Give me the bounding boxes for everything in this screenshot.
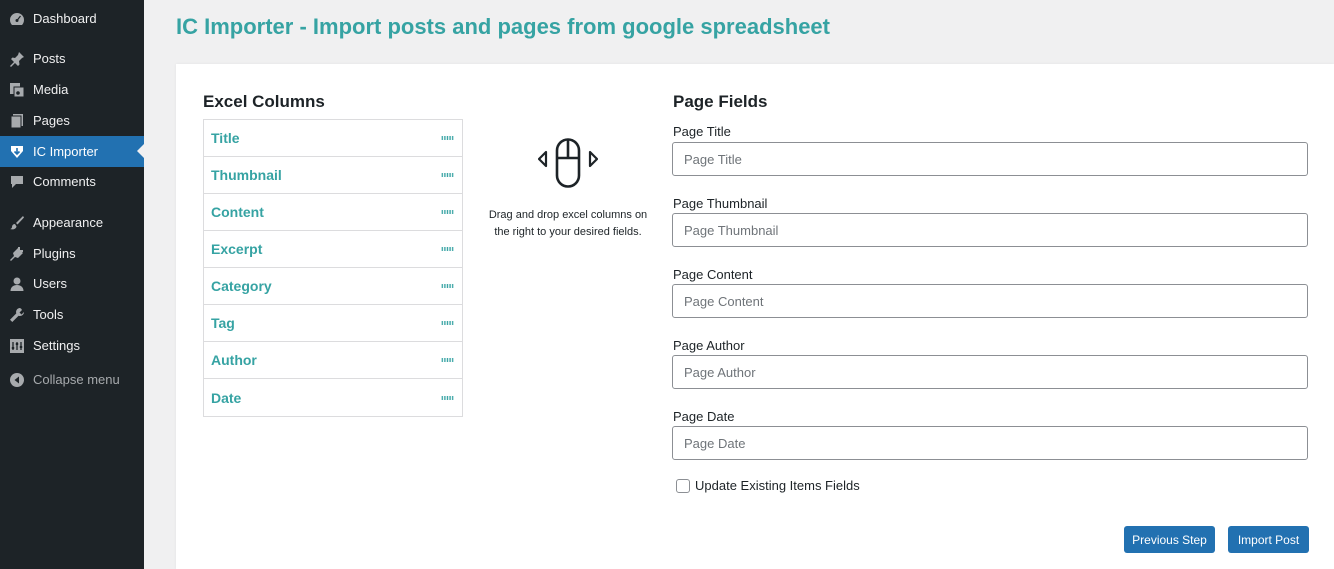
drag-handle-icon[interactable] (441, 284, 454, 288)
brush-icon (10, 215, 24, 229)
drag-handle-icon[interactable] (441, 321, 454, 325)
sidebar-item-label: Posts (33, 51, 66, 66)
column-item-title[interactable]: Title (204, 120, 462, 157)
comment-icon (11, 175, 23, 188)
page-thumbnail-label: Page Thumbnail (673, 196, 768, 211)
column-label: Tag (211, 315, 235, 331)
update-existing-checkbox[interactable] (676, 478, 690, 493)
admin-sidebar: Dashboard Posts Media Pages IC Importer … (0, 0, 144, 569)
sidebar-item-label: Dashboard (33, 11, 97, 26)
plugin-icon (10, 246, 23, 261)
column-item-thumbnail[interactable]: Thumbnail (204, 157, 462, 194)
column-item-category[interactable]: Category (204, 268, 462, 305)
column-label: Title (211, 130, 240, 146)
sidebar-item-dashboard[interactable]: Dashboard (0, 3, 144, 34)
sidebar-item-tools[interactable]: Tools (0, 299, 144, 330)
dashboard-icon (10, 12, 24, 25)
sidebar-item-label: IC Importer (33, 144, 99, 159)
pin-icon (10, 51, 24, 67)
column-item-date[interactable]: Date (204, 379, 462, 416)
drag-hint: Drag and drop excel columns on the right… (488, 138, 648, 241)
sidebar-item-label: Media (33, 82, 69, 97)
page-content-field[interactable] (672, 284, 1308, 318)
column-label: Content (211, 204, 264, 220)
column-item-excerpt[interactable]: Excerpt (204, 231, 462, 268)
column-label: Category (211, 278, 272, 294)
drag-handle-icon[interactable] (441, 247, 454, 251)
sidebar-item-users[interactable]: Users (0, 268, 144, 299)
excel-columns-heading: Excel Columns (203, 92, 325, 111)
sidebar-item-label: Appearance (33, 215, 104, 230)
drag-handle-icon[interactable] (441, 173, 454, 177)
importer-icon (11, 145, 23, 158)
drag-handle-icon[interactable] (441, 136, 454, 140)
sidebar-item-label: Tools (33, 307, 64, 322)
drag-hint-text: Drag and drop excel columns on the right… (488, 209, 648, 238)
sidebar-item-label: Comments (33, 174, 96, 189)
page-date-field[interactable] (672, 426, 1308, 460)
wrench-icon (10, 307, 24, 322)
previous-step-button[interactable]: Previous Step (1124, 526, 1215, 553)
column-label: Excerpt (211, 241, 263, 257)
drag-handle-icon[interactable] (441, 358, 454, 362)
sidebar-item-label: Plugins (33, 246, 76, 261)
sidebar-item-ic-importer[interactable]: IC Importer (0, 136, 144, 167)
column-label: Author (211, 352, 257, 368)
collapse-menu-label: Collapse menu (33, 372, 120, 387)
pages-icon (10, 113, 23, 128)
import-post-button[interactable]: Import Post (1228, 526, 1309, 553)
column-item-author[interactable]: Author (204, 342, 462, 379)
sidebar-item-settings[interactable]: Settings (0, 330, 144, 361)
sidebar-item-pages[interactable]: Pages (0, 105, 144, 136)
column-item-tag[interactable]: Tag (204, 305, 462, 342)
excel-columns-list: Title Thumbnail Content Excerpt Category… (203, 119, 463, 417)
page-author-field[interactable] (672, 355, 1308, 389)
settings-icon (10, 338, 24, 353)
sidebar-item-media[interactable]: Media (0, 74, 144, 105)
page-date-label: Page Date (673, 409, 735, 424)
media-icon (10, 82, 25, 97)
sidebar-item-label: Users (33, 276, 67, 291)
page-title-label: Page Title (673, 124, 731, 139)
sidebar-item-posts[interactable]: Posts (0, 43, 144, 74)
update-existing-label: Update Existing Items Fields (695, 478, 860, 493)
mouse-drag-icon (538, 138, 598, 188)
user-icon (10, 277, 24, 291)
drag-handle-icon[interactable] (441, 395, 454, 400)
collapse-icon (10, 372, 24, 387)
page-title: IC Importer - Import posts and pages fro… (176, 14, 830, 39)
page-author-label: Page Author (673, 338, 745, 353)
sidebar-item-appearance[interactable]: Appearance (0, 207, 144, 238)
drag-handle-icon[interactable] (441, 210, 454, 214)
update-existing-row[interactable]: Update Existing Items Fields (676, 478, 860, 493)
page-fields-heading: Page Fields (673, 92, 768, 111)
page-content-label: Page Content (673, 267, 753, 282)
column-item-content[interactable]: Content (204, 194, 462, 231)
sidebar-item-label: Pages (33, 113, 70, 128)
page-thumbnail-field[interactable] (672, 213, 1308, 247)
collapse-menu-button[interactable]: Collapse menu (0, 364, 144, 395)
column-label: Thumbnail (211, 167, 282, 183)
column-label: Date (211, 389, 242, 406)
sidebar-item-label: Settings (33, 338, 80, 353)
sidebar-item-comments[interactable]: Comments (0, 166, 144, 197)
page-title-field[interactable] (672, 142, 1308, 176)
sidebar-item-plugins[interactable]: Plugins (0, 238, 144, 269)
